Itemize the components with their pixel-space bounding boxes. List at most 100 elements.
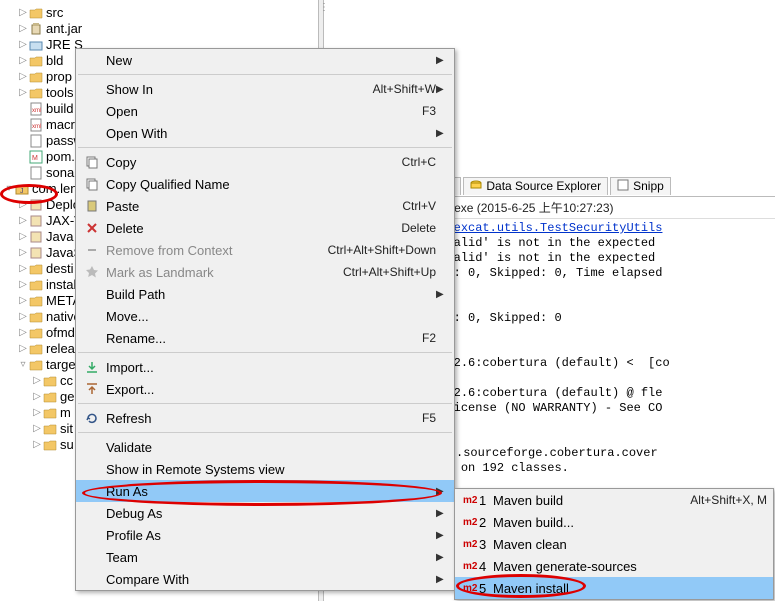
submenu-arrow-icon: ▶ [436, 552, 448, 563]
tab-snipp[interactable]: Snipp [610, 177, 671, 195]
menu-item-copy[interactable]: CopyCtrl+C [76, 151, 454, 173]
menu-label: Copy [102, 155, 402, 170]
menu-label: Team [102, 550, 436, 565]
expand-toggle[interactable]: ▿ [18, 357, 28, 373]
submenu-item-maven-generate-sources[interactable]: m24Maven generate-sources [455, 555, 773, 577]
expand-toggle[interactable]: ▷ [32, 421, 42, 437]
menu-item-show-in[interactable]: Show InAlt+Shift+W▶ [76, 78, 454, 100]
folder-icon [28, 341, 44, 357]
tree-item-label: sit [60, 421, 73, 437]
menu-item-copy-qualified-name[interactable]: Copy Qualified Name [76, 173, 454, 195]
menu-label: Move... [102, 309, 436, 324]
folder-icon [28, 5, 44, 21]
folder-icon [28, 357, 44, 373]
tree-item[interactable]: ▷src [0, 5, 320, 21]
menu-item-validate[interactable]: Validate [76, 436, 454, 458]
menu-separator [78, 403, 452, 404]
expand-toggle[interactable]: ▷ [18, 21, 28, 37]
folder-icon [28, 277, 44, 293]
menu-label: Validate [102, 440, 436, 455]
tab-data-source-explorer[interactable]: Data Source Explorer [463, 177, 608, 195]
tree-item-label: prop [46, 69, 72, 85]
expand-toggle[interactable]: ▷ [18, 213, 28, 229]
xml-icon: xml [28, 101, 44, 117]
expand-toggle[interactable]: ▷ [18, 197, 28, 213]
folder-icon [42, 421, 58, 437]
menu-label: Paste [102, 199, 402, 214]
expand-toggle[interactable]: ▷ [18, 325, 28, 341]
menu-item-move[interactable]: Move... [76, 305, 454, 327]
menu-item-team[interactable]: Team▶ [76, 546, 454, 568]
context-menu: New▶Show InAlt+Shift+W▶OpenF3Open With▶C… [75, 48, 455, 591]
menu-item-compare-with[interactable]: Compare With▶ [76, 568, 454, 590]
expand-toggle[interactable]: ▷ [18, 69, 28, 85]
expand-toggle[interactable]: ▷ [18, 5, 28, 21]
menu-item-rename[interactable]: Rename...F2 [76, 327, 454, 349]
menu-item-import[interactable]: Import... [76, 356, 454, 378]
menu-item-delete[interactable]: DeleteDelete [76, 217, 454, 239]
tree-item-label: ant.jar [46, 21, 82, 37]
tree-item-label: targe [46, 357, 76, 373]
tree-item-label: desti [46, 261, 73, 277]
expand-toggle[interactable]: ▷ [18, 53, 28, 69]
tree-item-label: tools [46, 85, 73, 101]
menu-item-run-as[interactable]: Run As▶ [76, 480, 454, 502]
expand-toggle[interactable]: ▿ [4, 181, 14, 197]
menu-item-new[interactable]: New▶ [76, 49, 454, 71]
menu-accelerator: F5 [422, 411, 436, 425]
expand-toggle[interactable]: ▷ [18, 245, 28, 261]
menu-accelerator: Ctrl+V [402, 199, 436, 213]
menu-label: New [102, 53, 436, 68]
menu-item-open-with[interactable]: Open With▶ [76, 122, 454, 144]
menu-label: Remove from Context [102, 243, 328, 258]
menu-label: Show In [102, 82, 373, 97]
expand-toggle[interactable]: ▷ [18, 293, 28, 309]
menu-item-open[interactable]: OpenF3 [76, 100, 454, 122]
expand-toggle[interactable]: ▷ [18, 277, 28, 293]
menu-label: Open With [102, 126, 436, 141]
menu-item-refresh[interactable]: RefreshF5 [76, 407, 454, 429]
menu-item-build-path[interactable]: Build Path▶ [76, 283, 454, 305]
expand-toggle[interactable]: ▷ [32, 405, 42, 421]
expand-toggle[interactable]: ▷ [18, 341, 28, 357]
tab-label: Data Source Explorer [486, 179, 601, 193]
svg-text:M: M [32, 155, 38, 162]
m2-icon: m2 [461, 561, 479, 572]
tree-item[interactable]: ▷ ant.jar [0, 21, 320, 37]
expand-toggle[interactable]: ▷ [18, 37, 28, 53]
submenu-item-maven-build[interactable]: m21Maven buildAlt+Shift+X, M [455, 489, 773, 511]
expand-toggle[interactable]: ▷ [32, 389, 42, 405]
expand-toggle[interactable]: ▷ [18, 309, 28, 325]
menu-item-export[interactable]: Export... [76, 378, 454, 400]
pkg-icon [28, 229, 44, 245]
menu-index: 3 [479, 537, 489, 552]
menu-accelerator: Alt+Shift+X, M [690, 493, 767, 507]
expand-toggle[interactable]: ▷ [18, 229, 28, 245]
file-icon [28, 133, 44, 149]
expand-toggle[interactable]: ▷ [18, 85, 28, 101]
folder-icon [42, 389, 58, 405]
menu-label: Profile As [102, 528, 436, 543]
menu-item-mark-as-landmark: Mark as LandmarkCtrl+Alt+Shift+Up [76, 261, 454, 283]
expand-toggle[interactable]: ▷ [32, 437, 42, 453]
submenu-item-maven-install[interactable]: m25Maven install [455, 577, 773, 599]
menu-item-show-in-remote-systems-view[interactable]: Show in Remote Systems view [76, 458, 454, 480]
svg-text:J: J [20, 188, 24, 195]
submenu-item-maven-build[interactable]: m22Maven build... [455, 511, 773, 533]
tree-item-label: cc [60, 373, 73, 389]
expand-toggle[interactable]: ▷ [32, 373, 42, 389]
tree-item-label: su [60, 437, 74, 453]
menu-item-paste[interactable]: PasteCtrl+V [76, 195, 454, 217]
menu-item-profile-as[interactable]: Profile As▶ [76, 524, 454, 546]
m2-icon: m2 [461, 517, 479, 528]
expand-toggle[interactable]: ▷ [18, 261, 28, 277]
submenu-item-maven-clean[interactable]: m23Maven clean [455, 533, 773, 555]
folder-icon [28, 309, 44, 325]
menu-item-debug-as[interactable]: Debug As▶ [76, 502, 454, 524]
dse-icon [470, 179, 482, 194]
menu-label: Run As [102, 484, 436, 499]
folder-icon [28, 293, 44, 309]
export-icon [82, 382, 102, 396]
folder-icon [28, 69, 44, 85]
menu-accelerator: Alt+Shift+W [373, 82, 436, 96]
